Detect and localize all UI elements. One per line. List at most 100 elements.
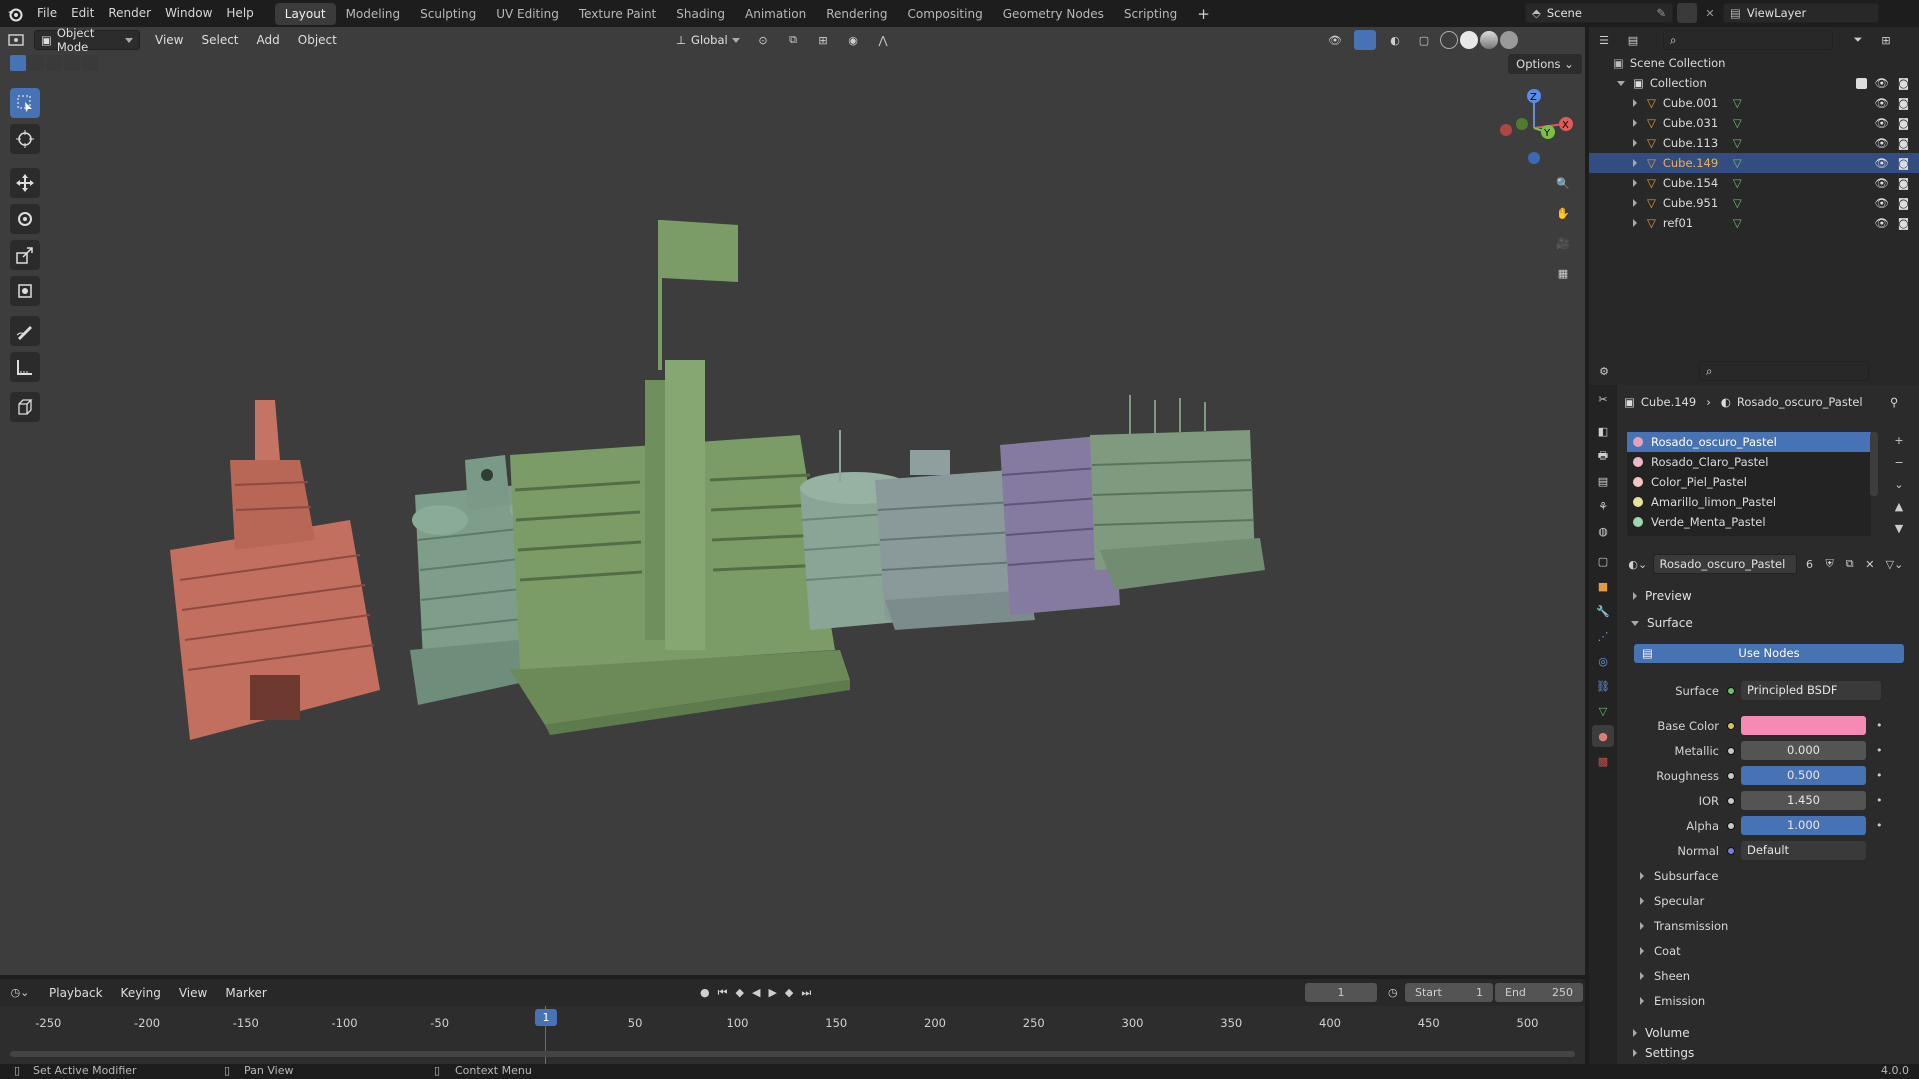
material-slot[interactable]: Verde_Menta_Pastel xyxy=(1627,512,1871,532)
material-name-field[interactable]: Rosado_oscuro_Pastel xyxy=(1652,554,1798,574)
editor-type-icon[interactable] xyxy=(0,33,34,47)
material-shading-icon[interactable] xyxy=(1480,31,1498,49)
add-slot-icon[interactable]: + xyxy=(1890,432,1908,450)
outliner-item-cube-001[interactable]: ▽ Cube.001 ▽ 👁 ◙ xyxy=(1589,93,1919,113)
tab-sculpting[interactable]: Sculpting xyxy=(410,3,486,25)
socket-icon[interactable] xyxy=(1727,746,1735,755)
material-slot[interactable]: Rosado_oscuro_Pastel xyxy=(1627,432,1871,452)
cursor-tool[interactable] xyxy=(10,124,40,154)
move-tool[interactable] xyxy=(10,168,40,198)
pink-building[interactable] xyxy=(170,400,380,740)
keyframe-dot-icon[interactable]: • xyxy=(1876,769,1883,782)
falloff-icon[interactable]: ⋀ xyxy=(870,34,896,47)
properties-editor-icon[interactable]: ⚙ xyxy=(1589,365,1619,378)
green-building[interactable] xyxy=(1090,395,1265,590)
field-value[interactable]: 1.450 xyxy=(1741,791,1866,810)
surface-shader-value[interactable]: Principled BSDF xyxy=(1741,681,1881,700)
outliner-item-cube-031[interactable]: ▽ Cube.031 ▽ 👁 ◙ xyxy=(1589,113,1919,133)
material-tab-icon[interactable]: ● xyxy=(1592,725,1614,747)
wireframe-shading-icon[interactable] xyxy=(1440,31,1458,49)
eye-icon[interactable]: 👁 xyxy=(1874,156,1889,170)
rotate-tool[interactable] xyxy=(10,204,40,234)
field-value[interactable]: 1.000 xyxy=(1741,816,1866,835)
keyframe-dot-icon[interactable]: • xyxy=(1876,719,1883,732)
socket-icon[interactable] xyxy=(1727,771,1735,780)
play-icon[interactable]: ▶ xyxy=(768,986,776,999)
properties-search-input[interactable]: ⌕ xyxy=(1699,361,1869,381)
scene-tab-icon[interactable]: ⚘ xyxy=(1592,495,1614,517)
material-browse-icon[interactable]: ◐⌄ xyxy=(1627,558,1649,571)
checkbox-icon[interactable] xyxy=(1856,77,1867,89)
pin-icon[interactable]: ⚲ xyxy=(1890,395,1898,409)
menu-edit[interactable]: Edit xyxy=(64,0,101,27)
select-extend-icon[interactable] xyxy=(28,55,44,71)
timeline-scrollbar[interactable] xyxy=(10,1051,1575,1057)
expand-icon[interactable] xyxy=(1617,80,1625,86)
expand-icon[interactable] xyxy=(1633,179,1637,187)
expand-icon[interactable] xyxy=(1633,199,1637,207)
annotate-tool[interactable] xyxy=(10,316,40,346)
world-tab-icon[interactable]: ◍ xyxy=(1592,520,1614,542)
fake-user-icon[interactable]: ⛨ xyxy=(1822,557,1838,571)
output-tab-icon[interactable]: 🖶 xyxy=(1592,445,1614,467)
eye-icon[interactable]: 👁 xyxy=(1874,76,1889,90)
duplicate-icon[interactable]: ⧉ xyxy=(1842,557,1858,571)
camera-icon[interactable]: ◙ xyxy=(1898,196,1909,210)
ortho-grid-icon[interactable]: ▦ xyxy=(1550,260,1576,286)
solid-shading-icon[interactable] xyxy=(1460,31,1478,49)
preview-panel-header[interactable]: Preview xyxy=(1617,585,1919,607)
snap-icon[interactable]: ⧉ xyxy=(780,33,806,47)
close-icon[interactable]: ✕ xyxy=(1701,7,1719,20)
subpanel-transmission[interactable]: Transmission xyxy=(1640,915,1728,937)
object-tab-icon[interactable]: ■ xyxy=(1592,575,1614,597)
start-frame-field[interactable]: Start 1 xyxy=(1405,983,1493,1002)
material-slot[interactable]: Amarillo_limon_Pastel xyxy=(1627,492,1871,512)
viewport-menu-add[interactable]: Add xyxy=(248,27,289,53)
subpanel-sheen[interactable]: Sheen xyxy=(1640,965,1690,987)
blender-logo-icon[interactable] xyxy=(0,0,30,27)
add-workspace-button[interactable]: + xyxy=(1187,3,1220,25)
volume-panel-header[interactable]: Volume xyxy=(1617,1022,1919,1044)
tab-uv-editing[interactable]: UV Editing xyxy=(486,3,569,25)
camera-icon[interactable]: ◙ xyxy=(1898,156,1909,170)
tab-animation[interactable]: Animation xyxy=(735,3,816,25)
clock-icon[interactable]: ◷ xyxy=(1388,986,1398,999)
menu-window[interactable]: Window xyxy=(158,0,219,27)
field-value[interactable]: 0.000 xyxy=(1741,741,1866,760)
settings-panel-header[interactable]: Settings xyxy=(1617,1046,1919,1060)
slot-list-scrollbar[interactable] xyxy=(1870,432,1878,496)
camera-icon[interactable]: ◙ xyxy=(1898,76,1909,90)
expand-icon[interactable] xyxy=(1633,119,1637,127)
tool-tab-icon[interactable]: ✂ xyxy=(1592,388,1614,410)
tab-modeling[interactable]: Modeling xyxy=(336,3,411,25)
xray-icon[interactable]: ▢ xyxy=(1414,34,1434,47)
eye-icon[interactable]: 👁 xyxy=(1874,196,1889,210)
options-dropdown[interactable]: Options ⌄ xyxy=(1508,54,1582,74)
subpanel-subsurface[interactable]: Subsurface xyxy=(1640,865,1718,887)
camera-icon[interactable]: 🎥 xyxy=(1550,230,1576,256)
pin-icon[interactable]: ✎ xyxy=(1656,6,1666,20)
select-invert-icon[interactable] xyxy=(64,55,80,71)
new-scene-icon[interactable] xyxy=(1677,3,1697,23)
new-collection-icon[interactable]: ⊞ xyxy=(1873,34,1899,47)
user-count[interactable]: 6 xyxy=(1801,558,1817,571)
zoom-icon[interactable]: 🔍 xyxy=(1550,170,1576,196)
next-keyframe-icon[interactable]: ◆ xyxy=(785,986,793,999)
subpanel-specular[interactable]: Specular xyxy=(1640,890,1704,912)
eye-icon[interactable]: 👁 xyxy=(1874,96,1889,110)
outliner-item-cube-149[interactable]: ▽ Cube.149 ▽ 👁 ◙ xyxy=(1589,153,1919,173)
expand-icon[interactable] xyxy=(1633,99,1637,107)
timeline-menu-keying[interactable]: Keying xyxy=(112,980,170,1006)
transform-tool[interactable] xyxy=(10,276,40,306)
camera-icon[interactable]: ◙ xyxy=(1898,216,1909,230)
select-new-icon[interactable] xyxy=(10,55,26,71)
move-slot-up-icon[interactable]: ▲ xyxy=(1890,498,1908,516)
timeline-editor-icon[interactable]: ◷⌄ xyxy=(0,986,40,999)
tab-compositing[interactable]: Compositing xyxy=(897,3,992,25)
proportional-edit-icon[interactable]: ◉ xyxy=(840,34,866,47)
tab-rendering[interactable]: Rendering xyxy=(816,3,897,25)
end-frame-field[interactable]: End 250 xyxy=(1495,983,1583,1002)
data-tab-icon[interactable]: ▽ xyxy=(1592,700,1614,722)
menu-help[interactable]: Help xyxy=(219,0,260,27)
menu-file[interactable]: File xyxy=(30,0,64,27)
